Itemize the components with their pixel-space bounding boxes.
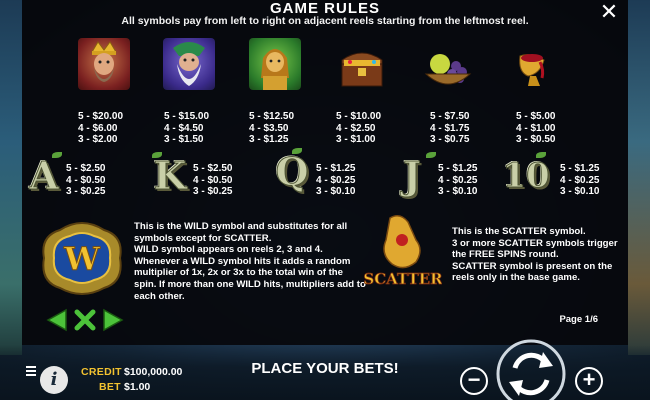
- wild-text-2: WILD symbol appears on reels 2, 3 and 4.: [134, 244, 323, 256]
- pays-wizard: 5 - $15.00 4 - $4.50 3 - $1.50: [164, 111, 210, 145]
- decrease-bet-button[interactable]: −: [460, 367, 488, 395]
- pays-a: 5 - $2.50 4 - $0.50 3 - $0.25: [66, 163, 106, 197]
- background-right: [628, 0, 650, 355]
- pays-treasure-chest: 5 - $10.00 4 - $2.50 3 - $1.00: [336, 111, 382, 145]
- pays-q: 5 - $1.25 4 - $0.25 3 - $0.10: [316, 163, 356, 197]
- wild-letter: W: [63, 240, 101, 278]
- close-rules-button[interactable]: [74, 308, 96, 332]
- scatter-description: This is the SCATTER symbol. 3 or more SC…: [452, 226, 622, 284]
- fruit-bowl-icon: [422, 46, 474, 90]
- spin-icon: [496, 339, 566, 400]
- wizard-icon: [163, 38, 215, 90]
- symbol-wizard: [163, 38, 215, 90]
- next-page-button[interactable]: [102, 308, 124, 332]
- prev-page-button[interactable]: [46, 308, 68, 332]
- background-left: [0, 0, 22, 355]
- scatter-text-1: This is the SCATTER symbol.: [452, 226, 586, 237]
- scatter-text-3: SCATTER symbol is present on the reels o…: [452, 260, 613, 284]
- symbol-queen: [249, 38, 301, 90]
- paytable-panel: GAME RULES All symbols pay from left to …: [22, 0, 628, 345]
- letter-10-icon: 10: [502, 156, 550, 197]
- paytable-subtitle: All symbols pay from left to right on ad…: [121, 15, 529, 27]
- symbol-goblet: [510, 48, 562, 92]
- page-navigation: [46, 308, 124, 332]
- leaf-icon: [426, 152, 436, 158]
- king-icon: [78, 38, 130, 90]
- letter-q-icon: Q: [275, 149, 309, 194]
- pays-queen: 5 - $12.50 4 - $3.50 3 - $1.25: [249, 111, 295, 145]
- close-icon[interactable]: ✕: [598, 1, 620, 24]
- spin-button[interactable]: [495, 338, 567, 400]
- arrow-right-icon: [103, 308, 124, 332]
- symbol-king: [78, 38, 130, 90]
- symbol-fruit-bowl: [422, 46, 474, 90]
- x-mark-icon: [74, 309, 96, 331]
- symbol-treasure-chest: [336, 44, 388, 90]
- increase-bet-button[interactable]: +: [575, 367, 603, 395]
- scatter-icon: SCATTER: [363, 210, 444, 296]
- scatter-label: SCATTER: [364, 270, 442, 288]
- pays-fruit-bowl: 5 - $7.50 4 - $1.75 3 - $0.75: [430, 111, 470, 145]
- treasure-chest-icon: [336, 44, 388, 90]
- pays-10: 5 - $1.25 4 - $0.25 3 - $0.10: [560, 163, 600, 197]
- wild-description: This is the WILD symbol and substitutes …: [134, 221, 366, 302]
- bet-value: $1.00: [124, 381, 151, 393]
- letter-j-icon: J: [403, 153, 422, 198]
- wild-icon: W: [40, 218, 124, 298]
- pays-king: 5 - $20.00 4 - $6.00 3 - $2.00: [78, 111, 124, 145]
- wild-text-3: Whenever a WILD symbol hits it adds a ra…: [134, 255, 366, 302]
- goblet-icon: [510, 48, 562, 92]
- pays-goblet: 5 - $5.00 4 - $1.00 3 - $0.50: [516, 111, 556, 145]
- page-indicator: Page 1/6: [559, 314, 598, 325]
- pays-j: 5 - $1.25 4 - $0.25 3 - $0.10: [438, 163, 478, 197]
- scatter-text-2: 3 or more SCATTER symbols trigger the FR…: [452, 237, 618, 261]
- queen-icon: [249, 38, 301, 90]
- pays-k: 5 - $2.50 4 - $0.50 3 - $0.25: [193, 163, 233, 197]
- wild-text-1: This is the WILD symbol and substitutes …: [134, 221, 348, 244]
- letter-k-icon: K: [153, 153, 187, 198]
- letter-a-icon: A: [29, 153, 59, 198]
- arrow-left-icon: [46, 308, 67, 332]
- bet-label: BET: [99, 381, 121, 393]
